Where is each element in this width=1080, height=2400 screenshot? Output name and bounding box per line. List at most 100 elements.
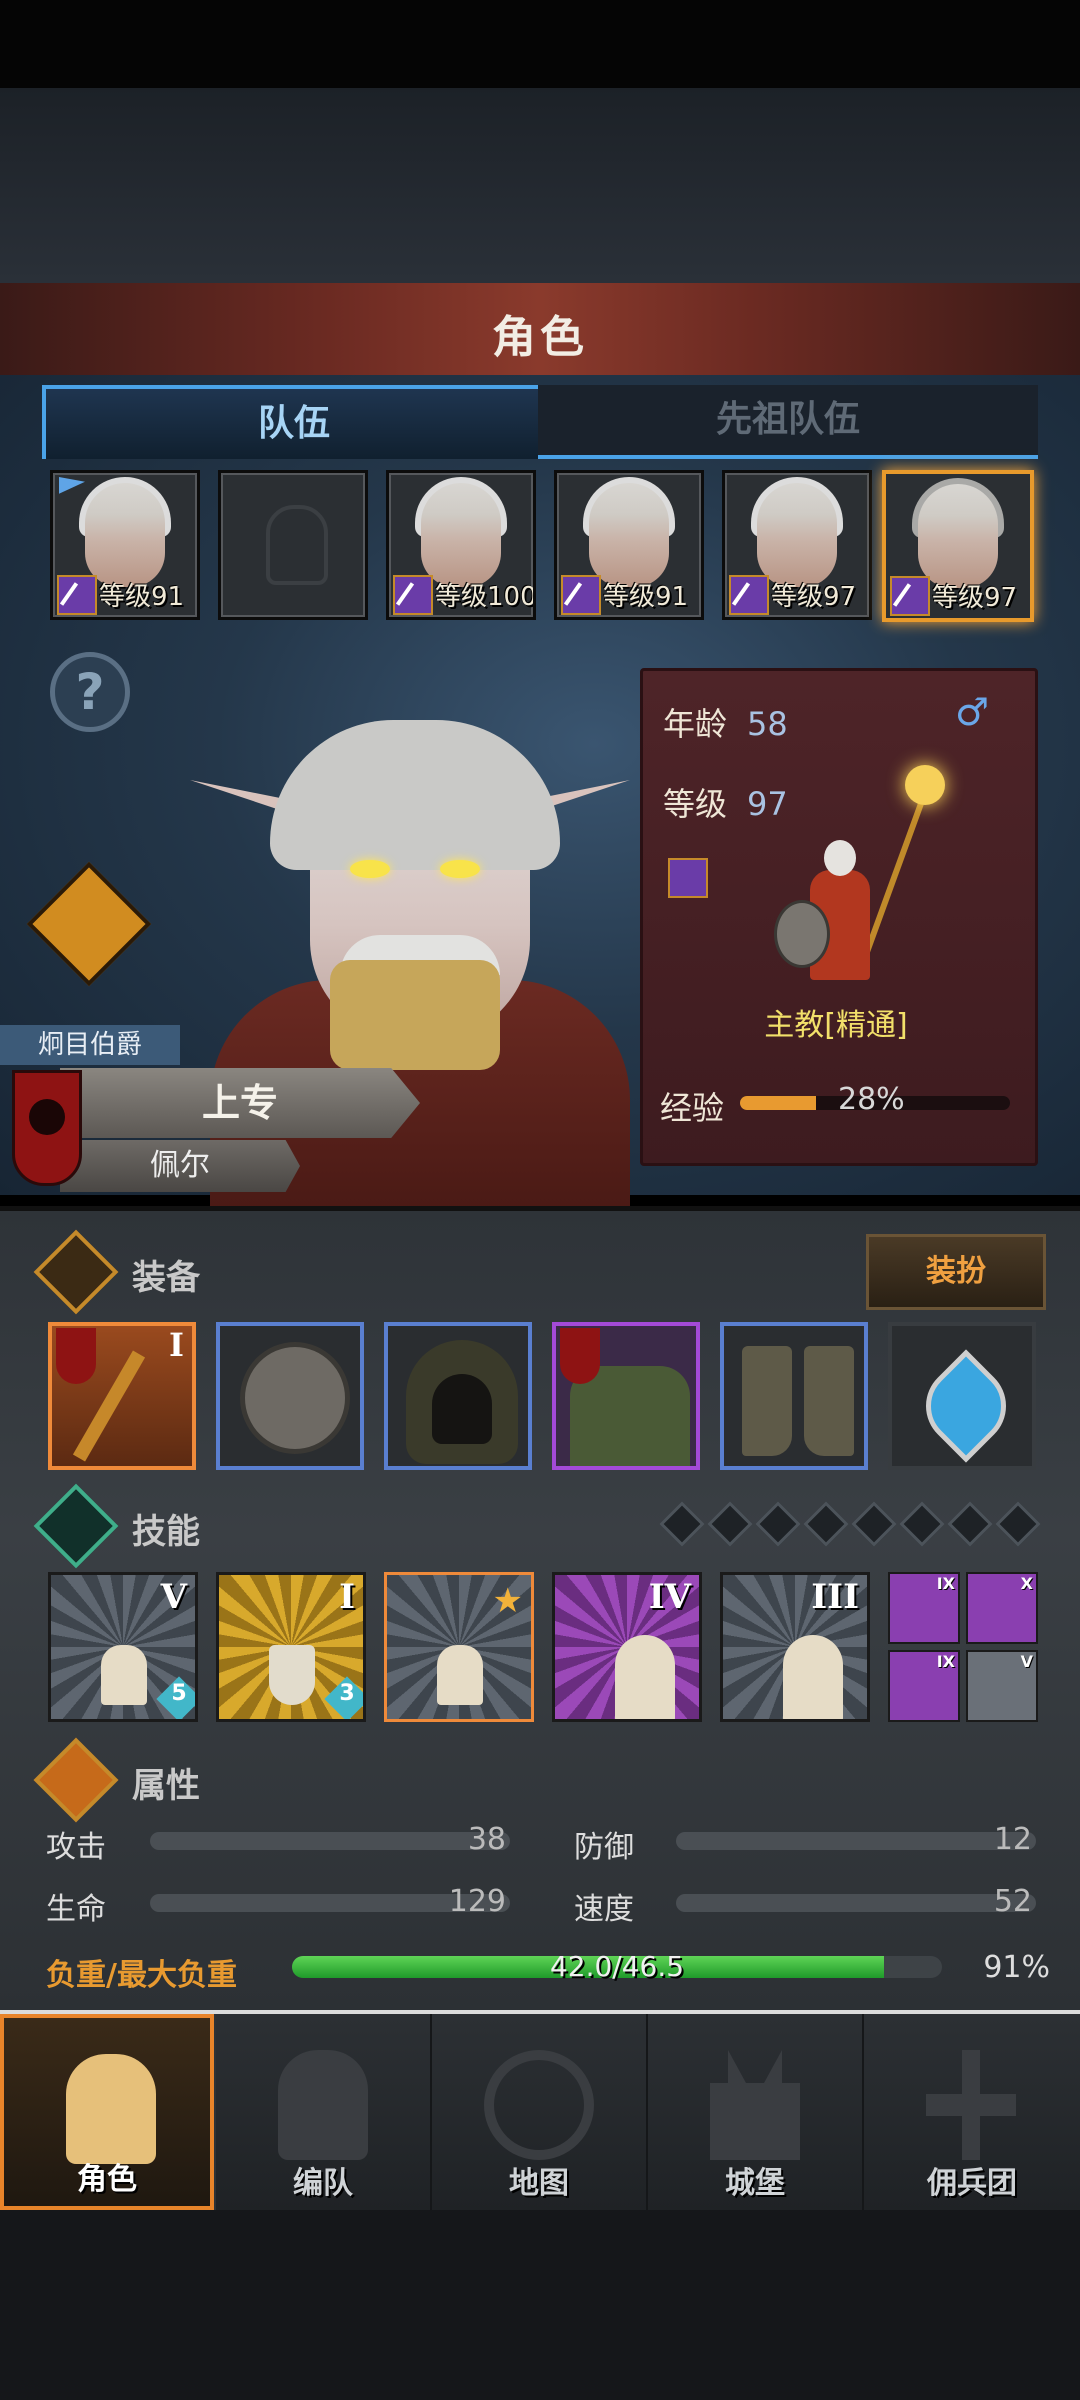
portrait-collar <box>330 960 500 1070</box>
skill-5[interactable]: III <box>720 1572 870 1722</box>
portrait-face <box>757 483 837 587</box>
party-level: 等级100 <box>435 582 536 612</box>
nav-label: 角色 <box>77 2162 137 2197</box>
knight-icon <box>66 2054 156 2164</box>
age-row: 年龄 58 <box>663 699 788 745</box>
attack-value: 38 <box>467 1822 506 1857</box>
equip-slot-amulet[interactable] <box>888 1322 1036 1470</box>
equip-slot-shield[interactable] <box>216 1322 364 1470</box>
skill-1[interactable]: V 5 <box>48 1572 198 1722</box>
level-value: 97 <box>747 785 788 823</box>
exp-fill <box>740 1096 816 1110</box>
skill-tier: III <box>811 1577 859 1617</box>
hp-value: 129 <box>448 1884 506 1919</box>
page-title: 角色 <box>492 312 588 363</box>
party-level: 等级91 <box>99 582 185 612</box>
bottom-filler <box>0 2210 1080 2400</box>
party-level: 等级91 <box>603 582 689 612</box>
dressup-button[interactable]: 装扮 <box>866 1234 1046 1310</box>
banner-icon <box>560 1328 600 1384</box>
skill-tier: IV <box>648 1577 691 1617</box>
nav-label: 编队 <box>293 2166 353 2201</box>
title-bar: 角色 <box>0 283 1080 379</box>
nav-label: 佣兵团 <box>927 2166 1017 2201</box>
portrait-eye-right <box>440 860 480 878</box>
skill-2[interactable]: I 3 <box>216 1572 366 1722</box>
party-slot-6-selected[interactable]: 等级97 <box>882 470 1034 622</box>
leader-flag-icon <box>59 477 85 494</box>
level-label: 等级 <box>663 785 728 823</box>
exp-percent: 28% <box>838 1082 905 1117</box>
noble-title-badge: 炯目伯爵 <box>0 1025 180 1065</box>
portrait-face <box>85 483 165 587</box>
portrait-hair <box>270 720 560 870</box>
equip-slot-staff[interactable]: I <box>48 1322 196 1470</box>
age-label: 年龄 <box>663 705 728 743</box>
passive-skill-3[interactable]: IX <box>888 1650 960 1722</box>
passive-tier: V <box>1020 1652 1033 1671</box>
skill-badge: 3 <box>339 1681 355 1706</box>
skill-3[interactable]: ★ <box>384 1572 534 1722</box>
skill-badge: 5 <box>171 1681 187 1706</box>
nav-map[interactable]: 地图 <box>432 2014 648 2210</box>
sword-icon <box>926 2050 1016 2160</box>
party-slot-1[interactable]: 等级91 <box>50 470 200 620</box>
level-row: 等级 97 <box>663 779 788 825</box>
passive-skill-4[interactable]: V <box>966 1650 1038 1722</box>
party-slot-3[interactable]: 等级100 <box>386 470 536 620</box>
passive-tier: IX <box>936 1574 955 1593</box>
party-level: 等级97 <box>771 582 857 612</box>
passive-skill-1[interactable]: IX <box>888 1572 960 1644</box>
speed-value: 52 <box>993 1884 1032 1919</box>
age-value: 58 <box>747 705 788 743</box>
party-level: 等级97 <box>932 583 1018 613</box>
top-background <box>0 88 1080 283</box>
helmet-icon <box>278 2050 368 2160</box>
attack-label: 攻击 <box>46 1830 106 1865</box>
exp-label: 经验 <box>660 1089 725 1127</box>
class-icon <box>890 576 930 616</box>
portrait-face <box>589 483 669 587</box>
equip-slot-hood[interactable] <box>384 1322 532 1470</box>
party-slot-empty[interactable] <box>218 470 368 620</box>
passive-skill-2[interactable]: X <box>966 1572 1038 1644</box>
attributes-title: 属性 <box>132 1766 200 1806</box>
faction-banner-icon <box>12 1070 82 1186</box>
class-icon <box>561 575 601 615</box>
nav-mercenary[interactable]: 佣兵团 <box>864 2014 1080 2210</box>
help-button[interactable]: ? <box>50 652 130 732</box>
equip-tier: I <box>169 1326 184 1364</box>
tab-team[interactable]: 队伍 <box>42 385 546 459</box>
defense-value: 12 <box>993 1822 1032 1857</box>
nav-character[interactable]: 角色 <box>0 2014 214 2210</box>
rank-plate: 上专 <box>60 1068 420 1138</box>
party-slot-4[interactable]: 等级91 <box>554 470 704 620</box>
equip-slot-boots[interactable] <box>720 1322 868 1470</box>
class-icon <box>729 575 769 615</box>
passive-tier: IX <box>936 1652 955 1671</box>
speed-label: 速度 <box>574 1892 634 1927</box>
tab-ancestor-team[interactable]: 先祖队伍 <box>538 385 1038 459</box>
passive-tier: X <box>1020 1574 1033 1593</box>
portrait-face <box>421 483 501 587</box>
defense-label: 防御 <box>574 1830 634 1865</box>
male-icon: ♂ <box>955 690 990 734</box>
equipment-title: 装备 <box>132 1258 200 1298</box>
empty-helmet-icon <box>266 505 328 585</box>
load-label: 负重/最大负重 <box>46 1958 237 1993</box>
equip-slot-robe[interactable] <box>552 1322 700 1470</box>
class-icon <box>393 575 433 615</box>
skill-4[interactable]: IV <box>552 1572 702 1722</box>
nav-formation[interactable]: 编队 <box>216 2014 432 2210</box>
skill-tier: I <box>339 1577 355 1617</box>
nav-label: 地图 <box>509 2166 569 2201</box>
star-icon: ★ <box>492 1581 523 1621</box>
party-slot-5[interactable]: 等级97 <box>722 470 872 620</box>
skills-title: 技能 <box>132 1512 200 1552</box>
character-name: 佩尔 <box>60 1140 300 1192</box>
class-name: 主教[精通] <box>764 1008 908 1043</box>
nav-castle[interactable]: 城堡 <box>648 2014 864 2210</box>
nav-label: 城堡 <box>725 2166 785 2201</box>
skill-tier: V <box>160 1577 187 1617</box>
load-percent: 91% <box>983 1950 1050 1985</box>
